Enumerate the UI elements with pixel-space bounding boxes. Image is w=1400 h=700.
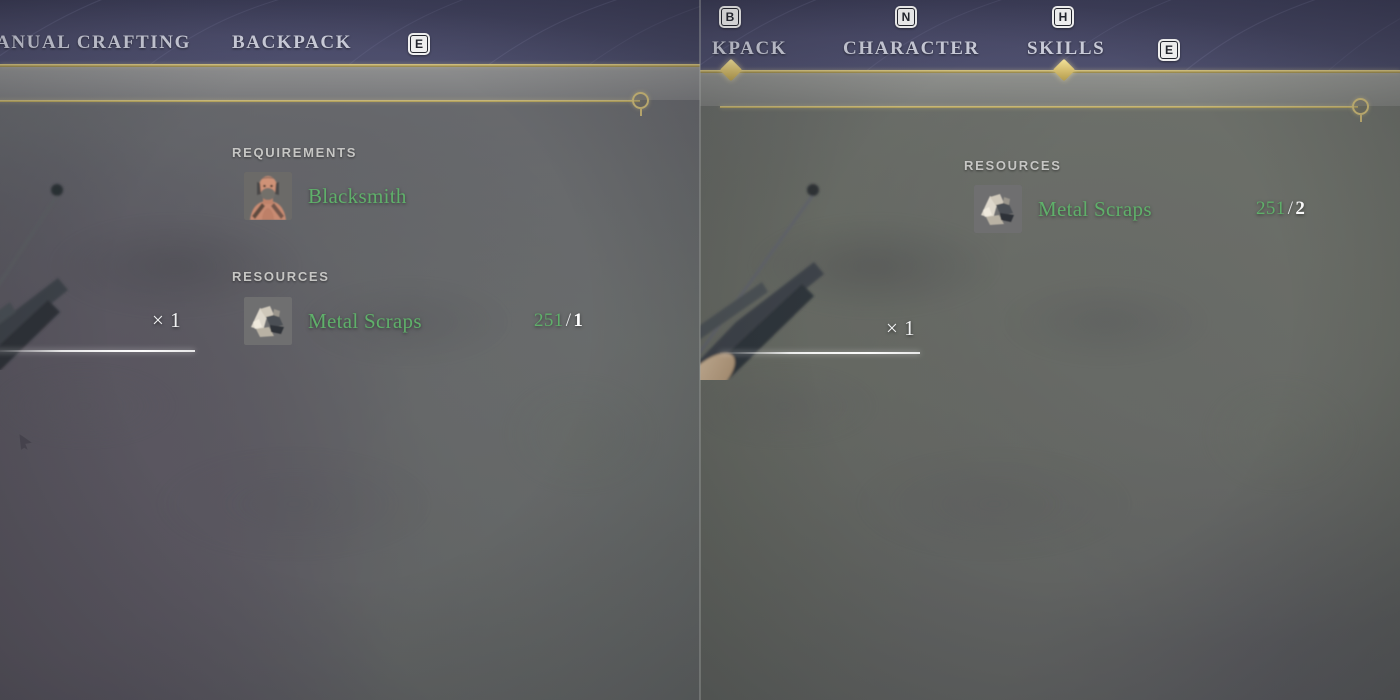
- left-gold-rule-bottom: [0, 100, 640, 102]
- right-item-quantity: × 1: [886, 316, 916, 340]
- right-item-underline: [720, 352, 920, 354]
- key-badge-b-label: B: [725, 10, 735, 24]
- key-badge-n-label: N: [901, 10, 911, 24]
- left-nav-items: ANUAL CRAFTING BACKPACK E: [0, 0, 700, 66]
- right-navbar: KPACK CHARACTER SKILLS B N H E: [700, 0, 1400, 72]
- left-resource-name: Metal Scraps: [308, 308, 422, 333]
- blacksmith-portrait-icon: [244, 172, 292, 220]
- left-requirements-label: REQUIREMENTS: [232, 145, 358, 160]
- left-panel: × 1 REQUIREMENTS Blacksmith RESOURCES Me…: [0, 0, 700, 700]
- left-navbar: ANUAL CRAFTING BACKPACK E: [0, 0, 700, 66]
- left-item-underline: [0, 350, 195, 352]
- left-requirement-row[interactable]: Blacksmith: [244, 172, 407, 220]
- left-requirement-name: Blacksmith: [308, 183, 407, 208]
- right-gold-rule-bottom: [720, 106, 1358, 108]
- comparison-stage: × 1 REQUIREMENTS Blacksmith RESOURCES Me…: [0, 0, 1400, 700]
- right-resource-have: 251: [1256, 198, 1286, 219]
- right-resource-separator: /: [1287, 198, 1294, 219]
- left-gold-band: [0, 67, 700, 100]
- left-crossbow-preview: [0, 150, 220, 371]
- right-resource-need: 2: [1295, 198, 1306, 219]
- nav-tab-character[interactable]: CHARACTER: [843, 38, 980, 60]
- right-crossbow-preview: [700, 150, 980, 408]
- key-badge-e-label: E: [1164, 43, 1173, 57]
- left-resource-count: 251/1: [534, 310, 583, 332]
- left-resources-label: RESOURCES: [232, 269, 330, 284]
- metal-scraps-icon: [974, 185, 1022, 233]
- right-resource-row[interactable]: Metal Scraps: [974, 185, 1152, 233]
- right-ring-ornament-icon: [1352, 98, 1369, 122]
- key-badge-b[interactable]: B: [719, 6, 741, 28]
- left-resource-need: 1: [573, 310, 584, 331]
- panel-split-divider: [699, 0, 701, 700]
- left-resource-row[interactable]: Metal Scraps: [244, 297, 422, 345]
- right-resource-count: 251/2: [1256, 198, 1305, 220]
- left-resource-separator: /: [565, 310, 572, 331]
- right-resource-name: Metal Scraps: [1038, 196, 1152, 221]
- key-badge-h[interactable]: H: [1052, 6, 1074, 28]
- nav-tab-backpack[interactable]: KPACK: [712, 38, 787, 60]
- key-badge-e[interactable]: E: [408, 33, 430, 55]
- nav-tab-backpack[interactable]: BACKPACK: [232, 32, 352, 54]
- key-badge-n[interactable]: N: [895, 6, 917, 28]
- left-item-quantity: × 1: [152, 308, 182, 332]
- right-gold-band: [700, 73, 1400, 106]
- key-badge-e-label: E: [414, 37, 423, 51]
- key-badge-e[interactable]: E: [1158, 39, 1180, 61]
- metal-scraps-icon: [244, 297, 292, 345]
- left-ring-ornament-icon: [632, 92, 649, 116]
- right-nav-items: KPACK CHARACTER SKILLS B N H E: [700, 0, 1400, 72]
- right-panel: × 1 RESOURCES Metal Scraps 251 / 2 KPACK…: [700, 0, 1400, 700]
- right-resources-label: RESOURCES: [964, 158, 1062, 173]
- key-badge-h-label: H: [1058, 10, 1068, 24]
- left-resource-have: 251: [534, 310, 564, 331]
- nav-tab-manual-crafting[interactable]: ANUAL CRAFTING: [0, 32, 191, 54]
- nav-tab-skills[interactable]: SKILLS: [1027, 38, 1105, 60]
